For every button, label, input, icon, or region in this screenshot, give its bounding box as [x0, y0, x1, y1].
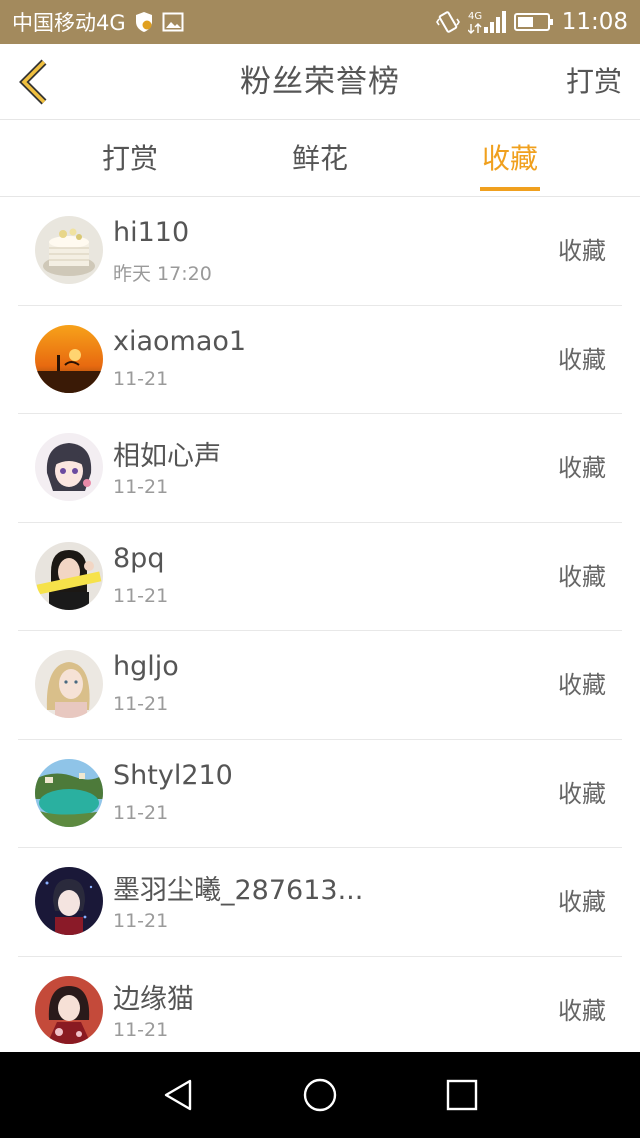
active-tab-indicator — [480, 187, 540, 191]
user-name: 边缘猫 — [113, 983, 194, 1015]
reward-button[interactable]: 打赏 — [566, 44, 622, 120]
cake-avatar — [35, 216, 103, 284]
carrier-label: 中国移动4G — [12, 11, 126, 35]
list-item[interactable]: Shtyl210 11-21 收藏 — [18, 740, 622, 848]
favorite-date: 11-21 — [113, 910, 169, 932]
status-right: 4G 11:08 — [435, 9, 628, 35]
user-name: Shtyl210 — [113, 759, 233, 791]
user-name: hi110 — [113, 217, 190, 248]
nav-recents-button[interactable] — [444, 1077, 480, 1113]
status-left: 中国移动4G — [12, 7, 184, 37]
list-item[interactable]: xiaomao1 11-21 收藏 — [18, 306, 622, 414]
list-item[interactable]: hgljo 11-21 收藏 — [18, 631, 622, 740]
favorite-date: 11-21 — [113, 584, 169, 607]
sunset-avatar — [35, 324, 103, 393]
network-label: 4G — [468, 11, 482, 22]
favorite-label: 收藏 — [558, 237, 606, 265]
battery-icon — [513, 12, 554, 32]
tab-reward[interactable]: 打赏 — [70, 120, 190, 197]
shield-icon — [134, 11, 154, 33]
list-item[interactable]: 边缘猫 11-21 收藏 — [18, 957, 622, 1065]
system-nav-bar — [0, 1052, 640, 1138]
user-name: xiaomao1 — [113, 325, 247, 357]
list-item[interactable]: 相如心声 11-21 收藏 — [18, 414, 622, 523]
favorite-date: 11-21 — [113, 367, 169, 390]
nav-home-button[interactable] — [302, 1077, 338, 1113]
circle-home-icon — [303, 1078, 337, 1112]
favorite-date: 11-21 — [113, 1018, 169, 1041]
list-item[interactable]: 墨羽尘曦_287613... 11-21 收藏 — [18, 848, 622, 957]
favorite-date: 11-21 — [113, 693, 169, 715]
kimono-anime-avatar — [35, 975, 103, 1044]
girl-photo-avatar — [35, 541, 103, 610]
favorite-label: 收藏 — [558, 345, 606, 374]
list-item[interactable]: hi110 昨天 17:20 收藏 — [18, 197, 622, 306]
fans-honor-page: 中国移动4G 4G 11:08 粉丝荣誉榜 打赏 打赏 鲜花 收藏 hi110 … — [0, 0, 640, 1138]
user-name: 相如心声 — [113, 441, 221, 472]
clock: 11:08 — [561, 9, 628, 35]
signal-icon: 4G — [467, 9, 506, 35]
favorite-date: 11-21 — [113, 476, 169, 498]
page-title: 粉丝荣誉榜 — [240, 64, 400, 100]
user-name: 8pq — [113, 542, 165, 574]
tab-favorites-label: 收藏 — [481, 142, 538, 175]
fans-list: hi110 昨天 17:20 收藏 xiaomao1 11-21 收藏 相如心声… — [0, 197, 640, 1065]
tab-favorites[interactable]: 收藏 — [450, 120, 570, 197]
user-name: 墨羽尘曦_287613... — [113, 875, 364, 906]
favorite-date: 昨天 17:20 — [113, 263, 212, 285]
vibrate-icon — [435, 10, 460, 34]
anime-girl-avatar — [35, 433, 103, 501]
blonde-woman-avatar — [35, 650, 103, 718]
favorite-label: 收藏 — [558, 996, 606, 1025]
anime-boy-avatar — [35, 867, 103, 935]
image-icon — [162, 12, 184, 32]
app-header: 粉丝荣誉榜 打赏 — [0, 44, 640, 120]
triangle-back-icon — [164, 1079, 192, 1111]
lagoon-avatar — [35, 758, 103, 827]
tab-flowers[interactable]: 鲜花 — [260, 120, 380, 197]
favorite-label: 收藏 — [558, 779, 606, 808]
favorite-date: 11-21 — [113, 801, 169, 824]
favorite-label: 收藏 — [558, 671, 606, 699]
status-bar: 中国移动4G 4G 11:08 — [0, 0, 640, 44]
tab-bar: 打赏 鲜花 收藏 — [0, 120, 640, 197]
list-item[interactable]: 8pq 11-21 收藏 — [18, 523, 622, 631]
user-name: hgljo — [113, 651, 179, 682]
favorite-label: 收藏 — [558, 888, 606, 916]
nav-back-button[interactable] — [160, 1077, 196, 1113]
favorite-label: 收藏 — [558, 562, 606, 591]
square-recents-icon — [446, 1079, 478, 1111]
favorite-label: 收藏 — [558, 454, 606, 482]
